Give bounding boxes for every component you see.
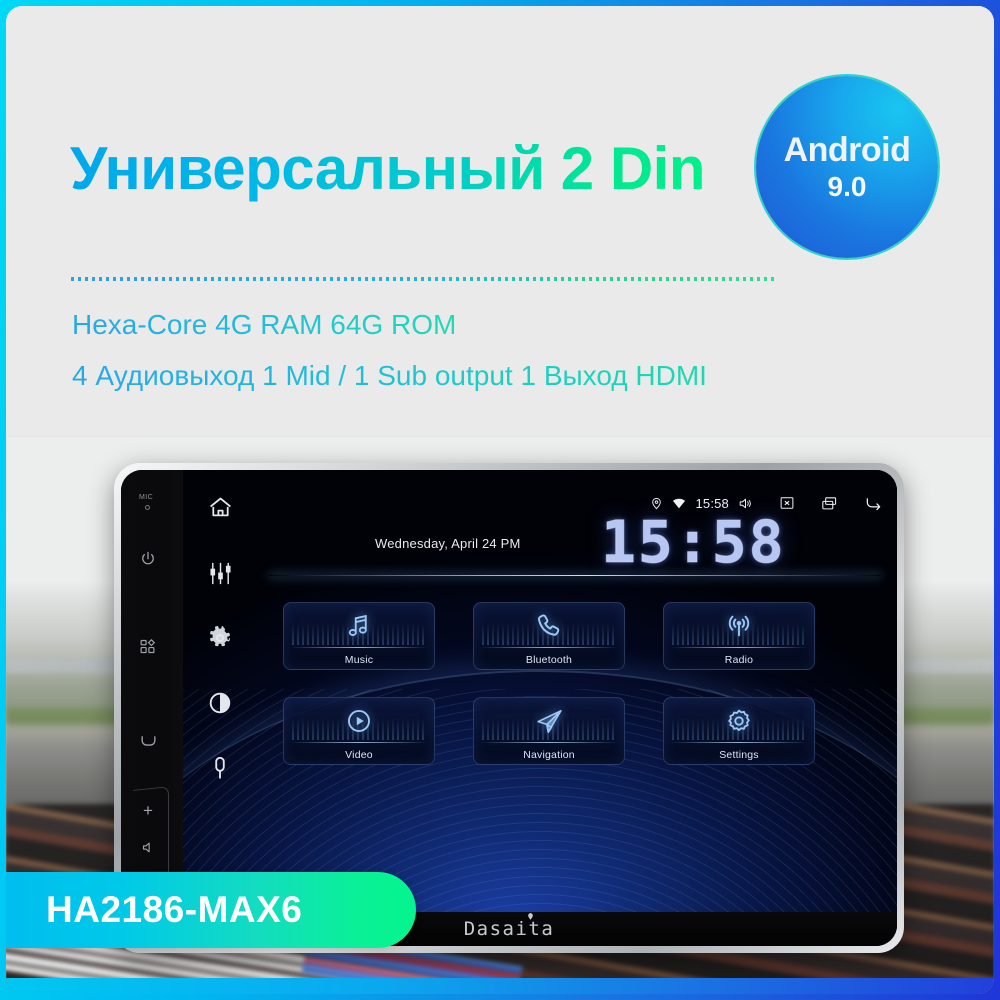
volume-up-button[interactable]: + [143, 802, 153, 819]
radio-antenna-icon [725, 611, 753, 641]
mic-hole-icon [145, 505, 150, 510]
bottom-accent-strip [6, 978, 994, 994]
back-arrow-icon[interactable] [864, 494, 883, 513]
microphone-icon[interactable] [205, 753, 235, 783]
tile-radio[interactable]: Radio [663, 602, 815, 670]
promo-banner-page: Универсальный 2 Din Hexa-Core 4G RAM 64G… [0, 0, 1000, 1000]
power-icon[interactable] [139, 550, 157, 568]
brand-logo: Dasaita [463, 913, 555, 940]
brightness-icon[interactable] [205, 688, 235, 718]
apps-grid-icon[interactable] [139, 638, 157, 656]
tile-settings[interactable]: Settings [663, 697, 815, 765]
tile-video[interactable]: Video [283, 697, 435, 765]
phone-handset-icon [535, 611, 563, 641]
music-note-icon [345, 611, 373, 641]
date-label: Wednesday, April 24 PM [375, 536, 521, 551]
tile-label: Bluetooth [525, 654, 573, 666]
banner-inner-frame: Универсальный 2 Din Hexa-Core 4G RAM 64G… [6, 6, 994, 994]
tile-music[interactable]: Music [283, 602, 435, 670]
spec-line-audio: 4 Аудиовыход 1 Mid / 1 Sub output 1 Выхо… [72, 360, 707, 391]
model-number: HA2186-MAX6 [46, 889, 303, 930]
android-version: 9.0 [827, 171, 867, 202]
model-badge: HA2186-MAX6 [6, 872, 416, 948]
equalizer-icon[interactable] [205, 558, 235, 588]
marketing-header: Универсальный 2 Din Hexa-Core 4G RAM 64G… [6, 6, 994, 436]
tile-bluetooth[interactable]: Bluetooth [473, 602, 625, 670]
header-divider-glow [269, 575, 881, 576]
digital-clock: 15:58 [601, 508, 786, 576]
tile-label: Radio [724, 654, 754, 666]
tile-label: Music [344, 654, 374, 666]
tile-label: Navigation [523, 749, 575, 761]
play-circle-icon [345, 706, 373, 736]
paper-plane-icon [535, 706, 564, 736]
brand-text: Dasaita [463, 918, 555, 940]
tile-label: Video [345, 749, 373, 761]
android-version-badge: Android 9.0 [756, 76, 938, 258]
recents-icon[interactable] [821, 495, 838, 512]
android-label: Android [783, 131, 911, 169]
gear-icon[interactable] [205, 623, 235, 653]
back-icon[interactable] [139, 732, 157, 750]
product-photo: MIC + 15:58 Wednesday, April 24 PM 15:58… [6, 436, 994, 994]
tile-label: Settings [719, 749, 759, 761]
mute-icon[interactable] [141, 840, 156, 855]
location-pin-icon [527, 912, 534, 921]
tile-navigation[interactable]: Navigation [473, 697, 625, 765]
gear-icon [725, 706, 753, 736]
spec-line-hardware: Hexa-Core 4G RAM 64G ROM [72, 309, 457, 340]
app-tile-grid: Music Bluetooth Radio Video Navigation S… [283, 602, 815, 765]
dotted-divider [71, 277, 777, 281]
page-title: Универсальный 2 Din [70, 135, 705, 202]
mic-label: MIC [139, 494, 154, 501]
home-icon[interactable] [205, 492, 235, 522]
